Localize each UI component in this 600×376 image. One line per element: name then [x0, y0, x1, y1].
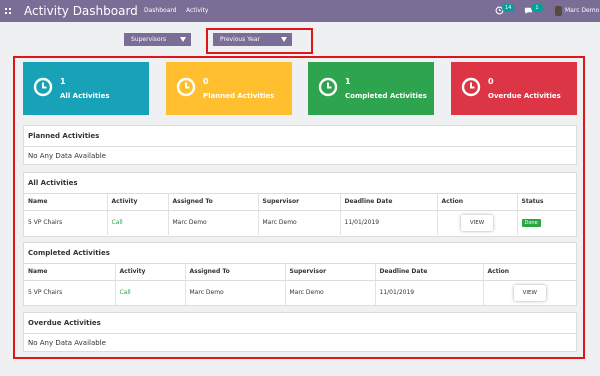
card-label: Planned Activities: [203, 92, 275, 100]
divider: [24, 333, 576, 334]
col-header-deadline-date: Deadline Date: [340, 193, 438, 211]
card-label: Completed Activities: [345, 92, 427, 100]
overdue-activities-panel: Overdue Activities No Any Data Available: [23, 312, 577, 352]
col-header-status: Status: [517, 193, 576, 211]
view-button[interactable]: VIEW: [461, 214, 493, 231]
card-label: Overdue Activities: [488, 92, 561, 100]
card-planned-activities[interactable]: 0 Planned Activities: [166, 62, 292, 115]
col-header-assigned-to: Assigned To: [168, 193, 259, 211]
panel-title: Overdue Activities: [28, 319, 101, 327]
clock-icon: [176, 77, 196, 97]
panel-title: All Activities: [28, 179, 78, 187]
card-count: 1: [60, 77, 66, 86]
col-header-supervisor: Supervisor: [285, 263, 376, 281]
col-header-activity: Activity: [107, 193, 169, 211]
col-header-assigned-to: Assigned To: [185, 263, 286, 281]
supervisor-filter-value: Supervisors: [131, 36, 167, 43]
cell-activity: Call: [107, 210, 169, 235]
chevron-down-icon: [180, 37, 186, 42]
table-header-row: Name Activity Assigned To Supervisor Dea…: [24, 193, 576, 211]
activity-count-badge: 14: [502, 4, 515, 12]
cell-supervisor: Marc Demo: [285, 280, 376, 305]
cell-status: Done: [517, 210, 576, 235]
nav-activity[interactable]: Activity: [186, 7, 208, 15]
cell-activity: Call: [115, 280, 186, 305]
table-header-row: Name Activity Assigned To Supervisor Dea…: [24, 263, 576, 281]
chevron-down-icon: [281, 37, 287, 42]
user-menu-name[interactable]: Marc Demo: [565, 7, 599, 15]
cell-action: VIEW: [483, 280, 576, 305]
table-row: 5 VP Chairs Call Marc Demo Marc Demo 11/…: [24, 280, 576, 305]
col-header-action: Action: [437, 193, 518, 211]
panel-title: Planned Activities: [28, 132, 100, 140]
col-header-action: Action: [483, 263, 576, 281]
col-header-supervisor: Supervisor: [258, 193, 341, 211]
col-header-name: Name: [24, 263, 116, 281]
apps-menu-icon[interactable]: [5, 8, 11, 14]
all-activities-panel: All Activities Name Activity Assigned To…: [23, 172, 577, 237]
empty-state-text: No Any Data Available: [28, 152, 106, 160]
messages-count-badge: 1: [531, 4, 543, 12]
cell-action: VIEW: [437, 210, 518, 235]
app-title: Activity Dashboard: [24, 4, 138, 18]
panel-title: Completed Activities: [28, 249, 110, 257]
view-button[interactable]: VIEW: [513, 284, 546, 301]
divider: [24, 146, 576, 147]
empty-state-text: No Any Data Available: [28, 339, 106, 347]
period-filter-value: Previous Year: [220, 36, 260, 43]
all-activities-table: Name Activity Assigned To Supervisor Dea…: [24, 193, 576, 235]
clock-icon: [318, 77, 338, 97]
clock-icon: [33, 77, 53, 97]
card-all-activities[interactable]: 1 All Activities: [23, 62, 149, 115]
user-avatar[interactable]: [555, 6, 562, 16]
cell-name: 5 VP Chairs: [24, 280, 116, 305]
top-navbar: Activity Dashboard Dashboard Activity 14…: [0, 0, 600, 22]
cell-supervisor: Marc Demo: [258, 210, 341, 235]
period-filter-select[interactable]: Previous Year: [213, 33, 292, 46]
nav-dashboard[interactable]: Dashboard: [144, 7, 177, 15]
col-header-deadline-date: Deadline Date: [375, 263, 484, 281]
col-header-activity: Activity: [115, 263, 186, 281]
card-count: 1: [345, 77, 351, 86]
cell-name: 5 VP Chairs: [24, 210, 108, 235]
card-overdue-activities[interactable]: 0 Overdue Activities: [451, 62, 577, 115]
planned-activities-panel: Planned Activities No Any Data Available: [23, 125, 577, 165]
completed-activities-panel: Completed Activities Name Activity Assig…: [23, 242, 577, 306]
cell-assigned-to: Marc Demo: [168, 210, 259, 235]
supervisor-filter-select[interactable]: Supervisors: [124, 33, 191, 46]
card-completed-activities[interactable]: 1 Completed Activities: [308, 62, 434, 115]
completed-activities-table: Name Activity Assigned To Supervisor Dea…: [24, 263, 576, 305]
status-badge: Done: [521, 218, 541, 227]
card-count: 0: [203, 77, 209, 86]
col-header-name: Name: [24, 193, 108, 211]
table-row: 5 VP Chairs Call Marc Demo Marc Demo 11/…: [24, 210, 576, 235]
clock-icon: [461, 77, 481, 97]
cell-assigned-to: Marc Demo: [185, 280, 286, 305]
cell-deadline: 11/01/2019: [340, 210, 438, 235]
card-count: 0: [488, 77, 494, 86]
card-label: All Activities: [60, 92, 110, 100]
cell-deadline: 11/01/2019: [375, 280, 484, 305]
